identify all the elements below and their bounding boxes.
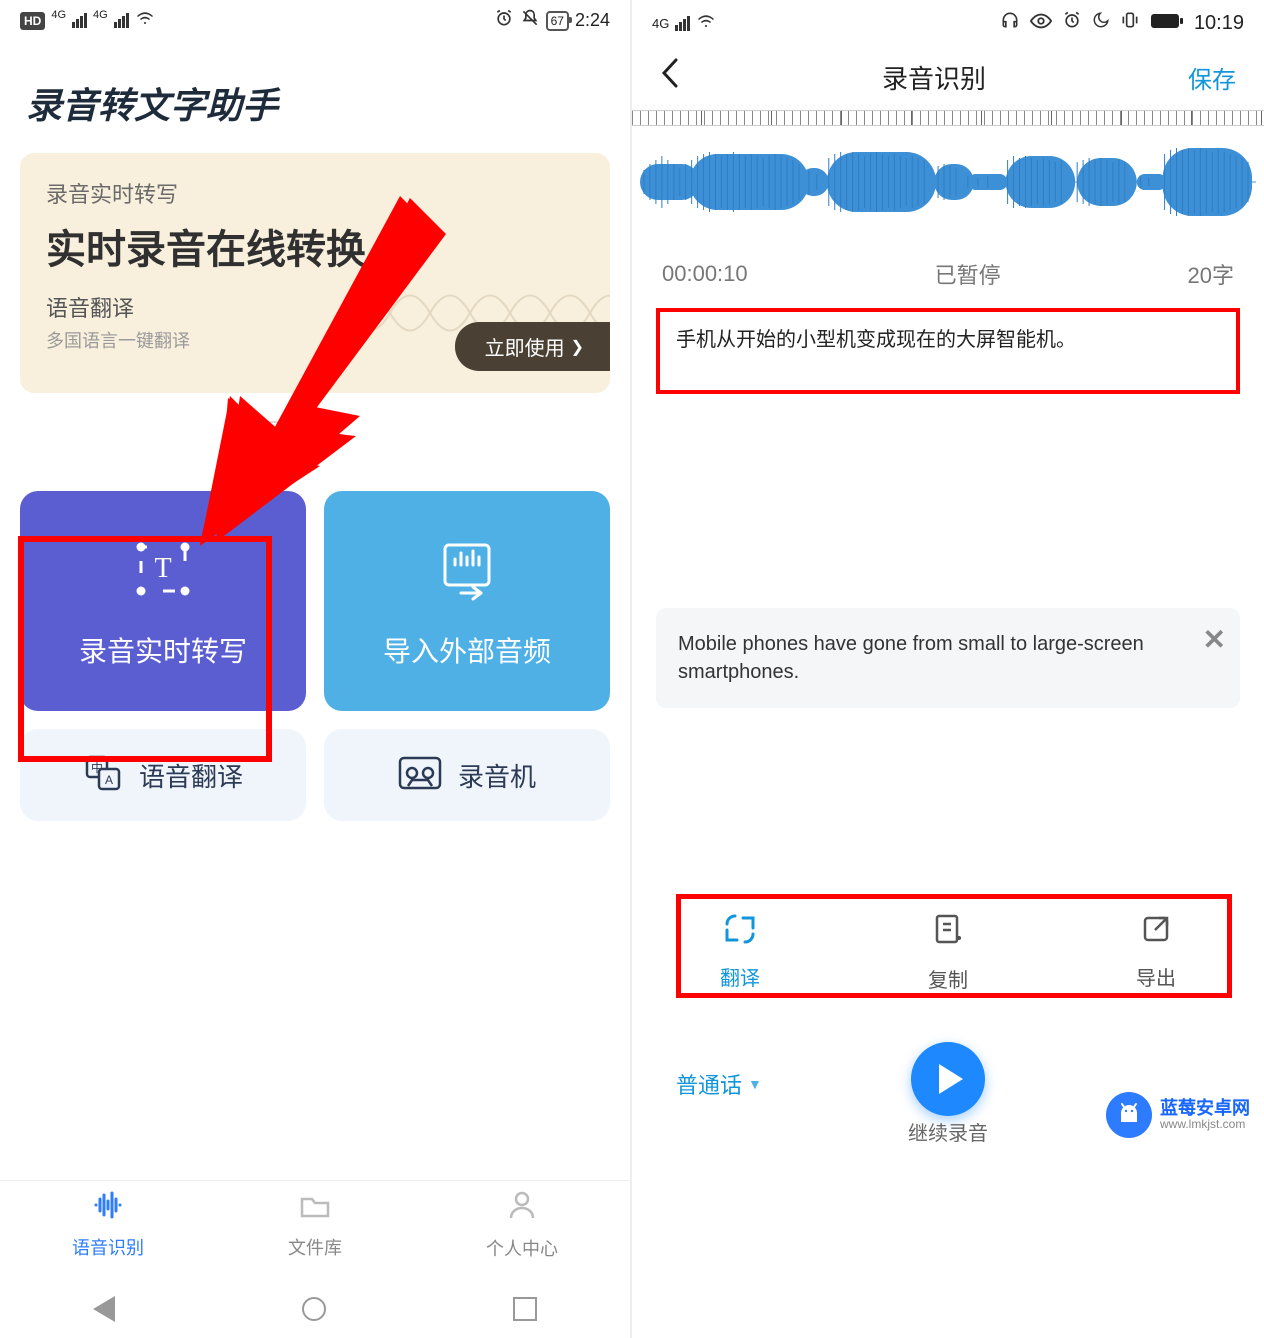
svg-text:T: T (154, 553, 171, 584)
tile-import-audio[interactable]: 导入外部音频 (324, 491, 610, 711)
site-watermark: 蓝莓安卓网 www.lmkjst.com (1106, 1092, 1250, 1138)
voice-bars-icon (92, 1191, 124, 1226)
app-title: 录音转文字助手 (0, 37, 630, 153)
tile-label: 语音翻译 (139, 757, 243, 794)
tile-voice-translate[interactable]: 中 A 语音翻译 (20, 729, 306, 821)
headphones-icon (1000, 10, 1020, 36)
translate-icon (723, 914, 757, 952)
pager-dots: — — (0, 413, 630, 431)
vibrate-icon (1120, 10, 1140, 36)
waveform[interactable] (632, 134, 1264, 230)
battery-full-icon (1150, 12, 1184, 35)
nav-label: 个人中心 (486, 1235, 558, 1261)
action-translate[interactable]: 翻译 (720, 914, 760, 991)
page-title: 录音识别 (882, 59, 986, 96)
promo-card[interactable]: 录音实时转写 实时录音在线转换 语音翻译 多国语言一键翻译 立即使用 ❯ (20, 153, 610, 393)
copy-icon (933, 914, 963, 954)
android-nav-bar (0, 1280, 630, 1338)
android-recents-icon[interactable] (513, 1297, 537, 1321)
alarm-icon (1062, 10, 1082, 36)
language-selector[interactable]: 普通话 ▼ (676, 1068, 762, 1100)
signal-bars-icon (675, 16, 690, 31)
moon-icon (1092, 11, 1110, 35)
status-bar: 4G 10:19 (632, 0, 1264, 40)
tile-label: 录音机 (458, 757, 536, 794)
close-translation-button[interactable]: ✕ (1203, 620, 1226, 659)
nav-files[interactable]: 文件库 (288, 1191, 342, 1260)
recording-word-count: 20字 (1188, 258, 1234, 290)
mute-icon (520, 8, 540, 33)
text-frame-icon: T (127, 533, 199, 610)
nav-label: 文件库 (288, 1234, 342, 1260)
translation-text: Mobile phones have gone from small to la… (678, 633, 1144, 683)
wifi-icon (135, 10, 155, 31)
android-logo-icon (1106, 1092, 1152, 1138)
page-navbar: 录音识别 保存 (632, 40, 1264, 110)
android-back-icon[interactable] (93, 1296, 115, 1322)
status-bar: HD 4G 4G 67 2:24 (0, 0, 630, 37)
recording-time: 00:00:10 (662, 261, 748, 287)
action-label: 导出 (1136, 962, 1176, 991)
signal-bars-icon-2 (114, 13, 129, 28)
tile-label: 导入外部音频 (383, 630, 551, 670)
bottom-nav: 语音识别 文件库 个人中心 (0, 1180, 630, 1270)
folder-icon (299, 1191, 331, 1226)
tile-label: 录音实时转写 (79, 630, 247, 670)
use-now-button[interactable]: 立即使用 ❯ (455, 322, 610, 371)
language-label: 普通话 (676, 1068, 742, 1100)
phone-right-screen: 4G 10:19 录音识别 保存 (632, 0, 1264, 1338)
action-label: 复制 (928, 964, 968, 993)
nav-profile[interactable]: 个人中心 (486, 1190, 558, 1261)
action-label: 翻译 (720, 962, 760, 991)
play-icon (939, 1064, 963, 1094)
person-icon (507, 1190, 537, 1227)
card-heading: 实时录音在线转换 (46, 217, 584, 275)
alarm-icon (494, 8, 514, 33)
tile-realtime-transcribe[interactable]: T 录音实时转写 (20, 491, 306, 711)
cassette-icon (398, 756, 442, 795)
clock-time: 10:19 (1194, 12, 1244, 35)
export-icon (1141, 914, 1171, 952)
phone-left-screen: HD 4G 4G 67 2:24 录音转文字助手 (0, 0, 632, 1338)
hd-badge: HD (20, 12, 45, 30)
chevron-down-icon: ▼ (748, 1076, 762, 1092)
translate-icon: 中 A (83, 753, 123, 798)
nav-label: 语音识别 (72, 1234, 144, 1260)
action-export[interactable]: 导出 (1136, 914, 1176, 991)
android-home-icon[interactable] (302, 1297, 326, 1321)
clock-time: 2:24 (575, 10, 610, 31)
transcript-text[interactable]: 手机从开始的小型机变成现在的大屏智能机。 (656, 308, 1240, 394)
action-row: 翻译 复制 导出 (680, 898, 1216, 1009)
chevron-right-icon: ❯ (571, 337, 584, 357)
use-now-label: 立即使用 (485, 332, 565, 361)
wifi-icon (696, 13, 716, 34)
recording-info: 00:00:10 已暂停 20字 (632, 230, 1264, 304)
signal-4g-label: 4G (51, 9, 66, 21)
save-button[interactable]: 保存 (1188, 60, 1236, 95)
continue-record-label: 继续录音 (908, 1117, 988, 1146)
svg-text:A: A (105, 773, 113, 787)
audio-import-icon (431, 533, 503, 610)
continue-record-button[interactable] (911, 1042, 985, 1116)
watermark-title: 蓝莓安卓网 (1160, 1099, 1250, 1119)
eye-icon (1030, 12, 1052, 35)
signal-4g-label-2: 4G (93, 9, 108, 21)
translation-card: Mobile phones have gone from small to la… (656, 608, 1240, 708)
watermark-url: www.lmkjst.com (1160, 1118, 1250, 1131)
tile-grid: T 录音实时转写 导入外部音频 (0, 491, 630, 821)
back-button[interactable] (660, 58, 680, 96)
signal-4g-label: 4G (652, 16, 669, 31)
action-copy[interactable]: 复制 (928, 914, 968, 993)
nav-voice-recognition[interactable]: 语音识别 (72, 1191, 144, 1260)
battery-icon: 67 (546, 11, 569, 31)
tile-recorder[interactable]: 录音机 (324, 729, 610, 821)
timeline-ruler[interactable] (632, 110, 1264, 126)
recording-state: 已暂停 (935, 258, 1001, 290)
card-subtitle-1: 录音实时转写 (46, 177, 584, 209)
signal-bars-icon (72, 13, 87, 28)
